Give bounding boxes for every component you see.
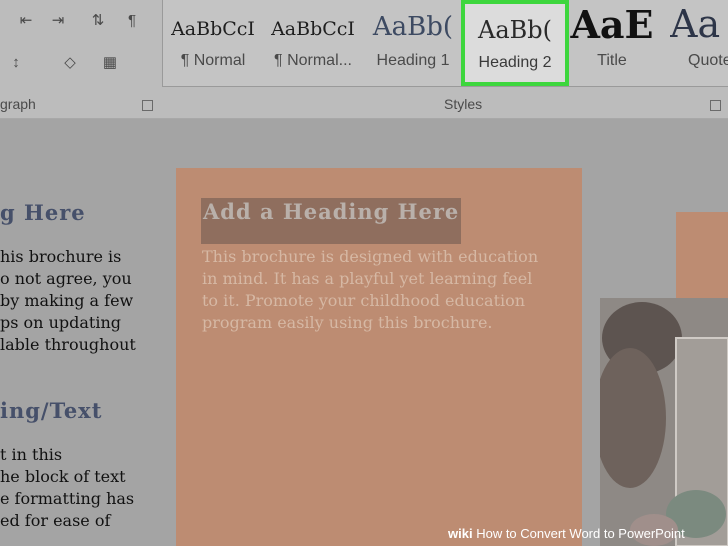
style-normal-2[interactable]: AaBbCcI ¶ Normal... xyxy=(264,0,362,82)
panel-text-line[interactable]: This brochure is designed with education xyxy=(202,246,538,268)
style-name: Heading 1 xyxy=(376,52,450,69)
left-text-line[interactable]: by making a few xyxy=(0,290,133,312)
photo-shapes xyxy=(600,298,728,546)
sort-icon[interactable]: ⇅ xyxy=(86,10,110,32)
style-normal[interactable]: AaBbCcI ¶ Normal xyxy=(166,0,260,82)
show-formatting-icon[interactable]: ¶ xyxy=(120,10,144,32)
style-heading-1[interactable]: AaBb( Heading 1 xyxy=(366,0,460,82)
styles-group-label: Styles xyxy=(444,96,483,112)
watermark: wiki How to Convert Word to PowerPoint xyxy=(448,526,685,541)
style-preview: AaBb( xyxy=(477,16,552,44)
paragraph-group: ⇤ ⇥ ⇅ ¶ ↕ ◇ ▦ graph xyxy=(0,0,160,118)
decrease-indent-icon[interactable]: ⇤ xyxy=(14,10,38,32)
brochure-photo xyxy=(600,298,728,546)
left-heading[interactable]: ing/Text xyxy=(0,398,102,423)
styles-dialog-launcher-icon[interactable] xyxy=(710,100,721,111)
style-name: ¶ Normal... xyxy=(274,52,352,69)
paragraph-group-label: graph xyxy=(0,96,36,112)
style-heading-2[interactable]: AaBb( Heading 2 xyxy=(461,0,569,86)
style-preview: AaBb( xyxy=(372,12,454,42)
shading-icon[interactable]: ◇ xyxy=(58,52,82,74)
left-heading[interactable]: g Here xyxy=(0,200,86,225)
style-preview: AaE xyxy=(570,2,654,47)
brochure-panel-edge xyxy=(676,212,728,298)
left-text-line[interactable]: his brochure is xyxy=(0,246,121,268)
borders-icon[interactable]: ▦ xyxy=(98,52,122,74)
style-name: Heading 2 xyxy=(478,54,552,71)
style-name: Quote xyxy=(688,52,728,69)
style-name: ¶ Normal xyxy=(180,52,246,69)
left-text-line[interactable]: e formatting has xyxy=(0,488,134,510)
paragraph-dialog-launcher-icon[interactable] xyxy=(142,100,153,111)
panel-text-line[interactable]: to it. Promote your childhood education xyxy=(202,290,525,312)
panel-text-line[interactable]: program easily using this brochure. xyxy=(202,312,493,334)
left-text-line[interactable]: lable throughout xyxy=(0,334,136,356)
panel-heading[interactable]: Add a Heading Here xyxy=(203,199,459,224)
left-text-line[interactable]: ed for ease of xyxy=(0,510,110,532)
style-quote[interactable]: Aa Quote xyxy=(664,0,728,82)
left-text-line[interactable]: ps on updating xyxy=(0,312,121,334)
increase-indent-icon[interactable]: ⇥ xyxy=(46,10,70,32)
left-text-line[interactable]: o not agree, you xyxy=(0,268,132,290)
left-text-line[interactable]: t in this xyxy=(0,444,62,466)
watermark-brand: wiki xyxy=(448,526,473,541)
line-spacing-icon[interactable]: ↕ xyxy=(4,52,28,74)
left-text-line[interactable]: he block of text xyxy=(0,466,126,488)
panel-text-line[interactable]: in mind. It has a playful yet learning f… xyxy=(202,268,532,290)
style-preview: Aa xyxy=(670,2,721,46)
ribbon: ⇤ ⇥ ⇅ ¶ ↕ ◇ ▦ graph AaBbCcI ¶ Normal AaB… xyxy=(0,0,728,119)
watermark-title: How to Convert Word to PowerPoint xyxy=(476,526,685,541)
style-name: Title xyxy=(597,52,627,69)
style-title[interactable]: AaE Title xyxy=(568,0,656,82)
style-preview: AaBbCcI xyxy=(171,18,255,40)
style-preview: AaBbCcI xyxy=(271,18,355,40)
